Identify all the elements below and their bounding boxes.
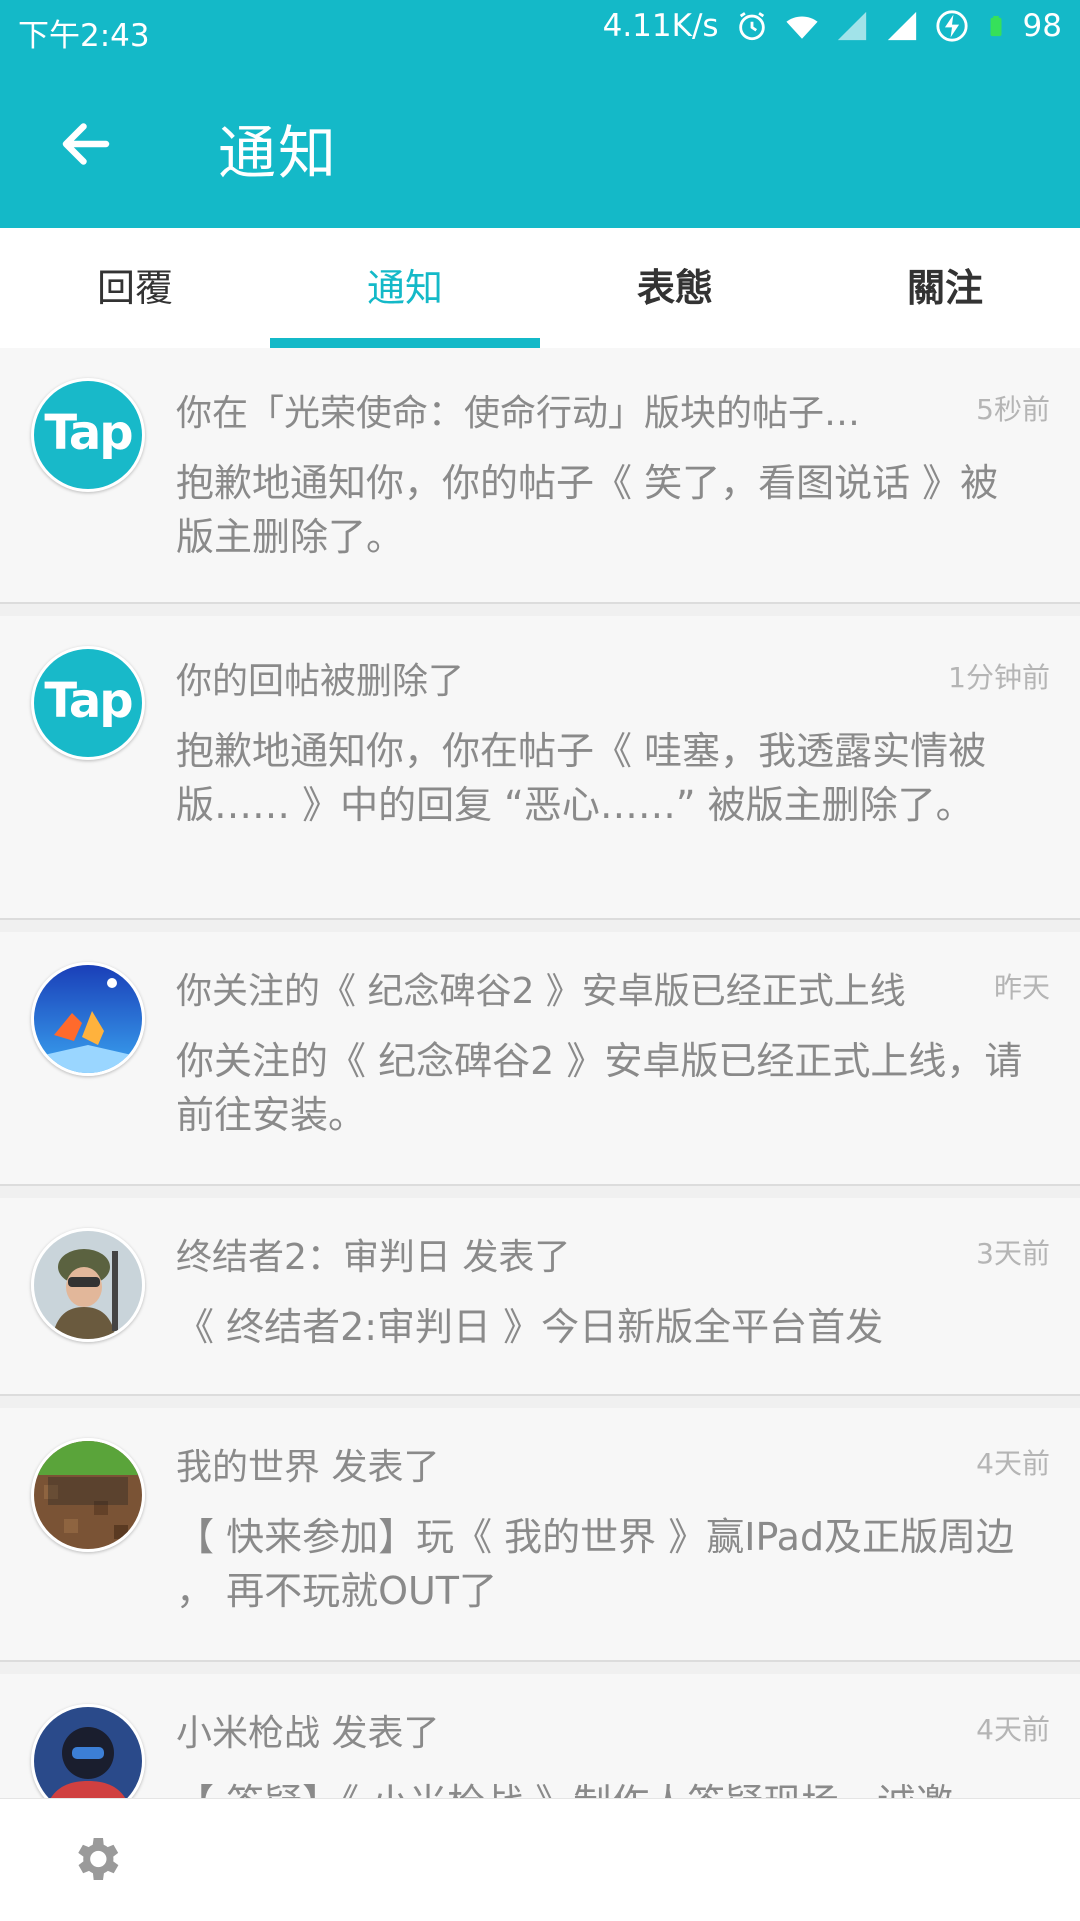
- notification-body: 【 快来参加】玩《 我的世界 》赢IPad及正版周边 ， 再不玩就OUT了: [176, 1515, 1015, 1613]
- notification-item[interactable]: 我的世界 发表了 4天前 【 快来参加】玩《 我的世界 》赢IPad及正版周边 …: [0, 1408, 1080, 1662]
- charging-icon: [935, 10, 968, 42]
- monument-valley-avatar: [31, 962, 145, 1076]
- tap-avatar: Tap: [31, 646, 145, 760]
- signal-icon: [837, 11, 866, 41]
- notification-body: 抱歉地通知你，你在帖子《 哇塞，我透露实情被版…… 》中的回复 “恶心……” 被…: [176, 729, 987, 827]
- notification-time: 4天前: [976, 1447, 1050, 1480]
- notification-time: 1分钟前: [948, 661, 1050, 694]
- notification-time: 5秒前: [976, 393, 1050, 426]
- notification-body: 【 答疑】《 小米枪战 》制作人答疑现场，诚邀: [176, 1776, 1036, 1798]
- tab-following[interactable]: 關注: [810, 228, 1080, 348]
- signal-icon: [887, 11, 916, 41]
- alarm-icon: [738, 12, 765, 41]
- tab-replies[interactable]: 回覆: [0, 228, 270, 348]
- back-arrow-icon[interactable]: [56, 114, 116, 174]
- notification-title: 你的回帖被删除了: [176, 661, 465, 702]
- active-tab-indicator: [270, 338, 540, 348]
- notification-time: 3天前: [976, 1237, 1050, 1270]
- notification-time: 昨天: [993, 971, 1050, 1004]
- notification-title: 小米枪战 发表了: [176, 1713, 440, 1754]
- notification-item[interactable]: Tap 你的回帖被删除了 1分钟前 抱歉地通知你，你在帖子《 哇塞，我透露实情被…: [0, 616, 1080, 920]
- notification-item[interactable]: 你关注的《 纪念碑谷2 》安卓版已经正式上线 昨天 你关注的《 纪念碑谷2 》安…: [0, 932, 1080, 1186]
- notification-list: Tap 你在「光荣使命：使命行动」版块的帖子… 5秒前 抱歉地通知你，你的帖子《…: [0, 348, 1080, 1798]
- page-title: 通知: [218, 119, 339, 187]
- tab-reactions[interactable]: 表態: [540, 228, 810, 348]
- gear-icon[interactable]: [68, 1831, 124, 1887]
- notification-body: 抱歉地通知你，你的帖子《 笑了，看图说话 》被版主删除了。: [176, 461, 999, 559]
- wifi-icon: [785, 16, 818, 39]
- app-toolbar: 通知: [0, 60, 1080, 228]
- network-speed: 4.11K/s: [602, 8, 719, 44]
- notification-body: 你关注的《 纪念碑谷2 》安卓版已经正式上线，请前往安装。: [176, 1039, 1023, 1137]
- tab-bar: 回覆 通知 表態 關注: [0, 228, 1080, 348]
- battery-icon: [990, 15, 1002, 37]
- tap-avatar: Tap: [31, 378, 145, 492]
- status-time: 下午2:43: [18, 18, 150, 54]
- notification-title: 终结者2：审判日 发表了: [176, 1237, 571, 1278]
- soldier-avatar: [31, 1228, 145, 1342]
- mi-gunfight-avatar: [31, 1704, 145, 1798]
- bottom-bar: [0, 1798, 1080, 1921]
- notification-title: 我的世界 发表了: [176, 1447, 440, 1488]
- notification-body: 《 终结者2:审判日 》今日新版全平台首发: [176, 1305, 884, 1349]
- battery-level: 98: [1022, 8, 1062, 44]
- notification-item[interactable]: 小米枪战 发表了 4天前 【 答疑】《 小米枪战 》制作人答疑现场，诚邀: [0, 1674, 1080, 1798]
- notification-item[interactable]: 终结者2：审判日 发表了 3天前 《 终结者2:审判日 》今日新版全平台首发: [0, 1198, 1080, 1396]
- notification-title: 你关注的《 纪念碑谷2 》安卓版已经正式上线: [176, 971, 906, 1012]
- tab-notifications[interactable]: 通知: [270, 228, 540, 348]
- notification-item[interactable]: Tap 你在「光荣使命：使命行动」版块的帖子… 5秒前 抱歉地通知你，你的帖子《…: [0, 348, 1080, 604]
- status-bar: 下午2:43 4.11K/s 98: [0, 0, 1080, 60]
- minecraft-avatar: [31, 1438, 145, 1552]
- notification-title: 你在「光荣使命：使命行动」版块的帖子…: [176, 393, 861, 434]
- notification-time: 4天前: [976, 1713, 1050, 1746]
